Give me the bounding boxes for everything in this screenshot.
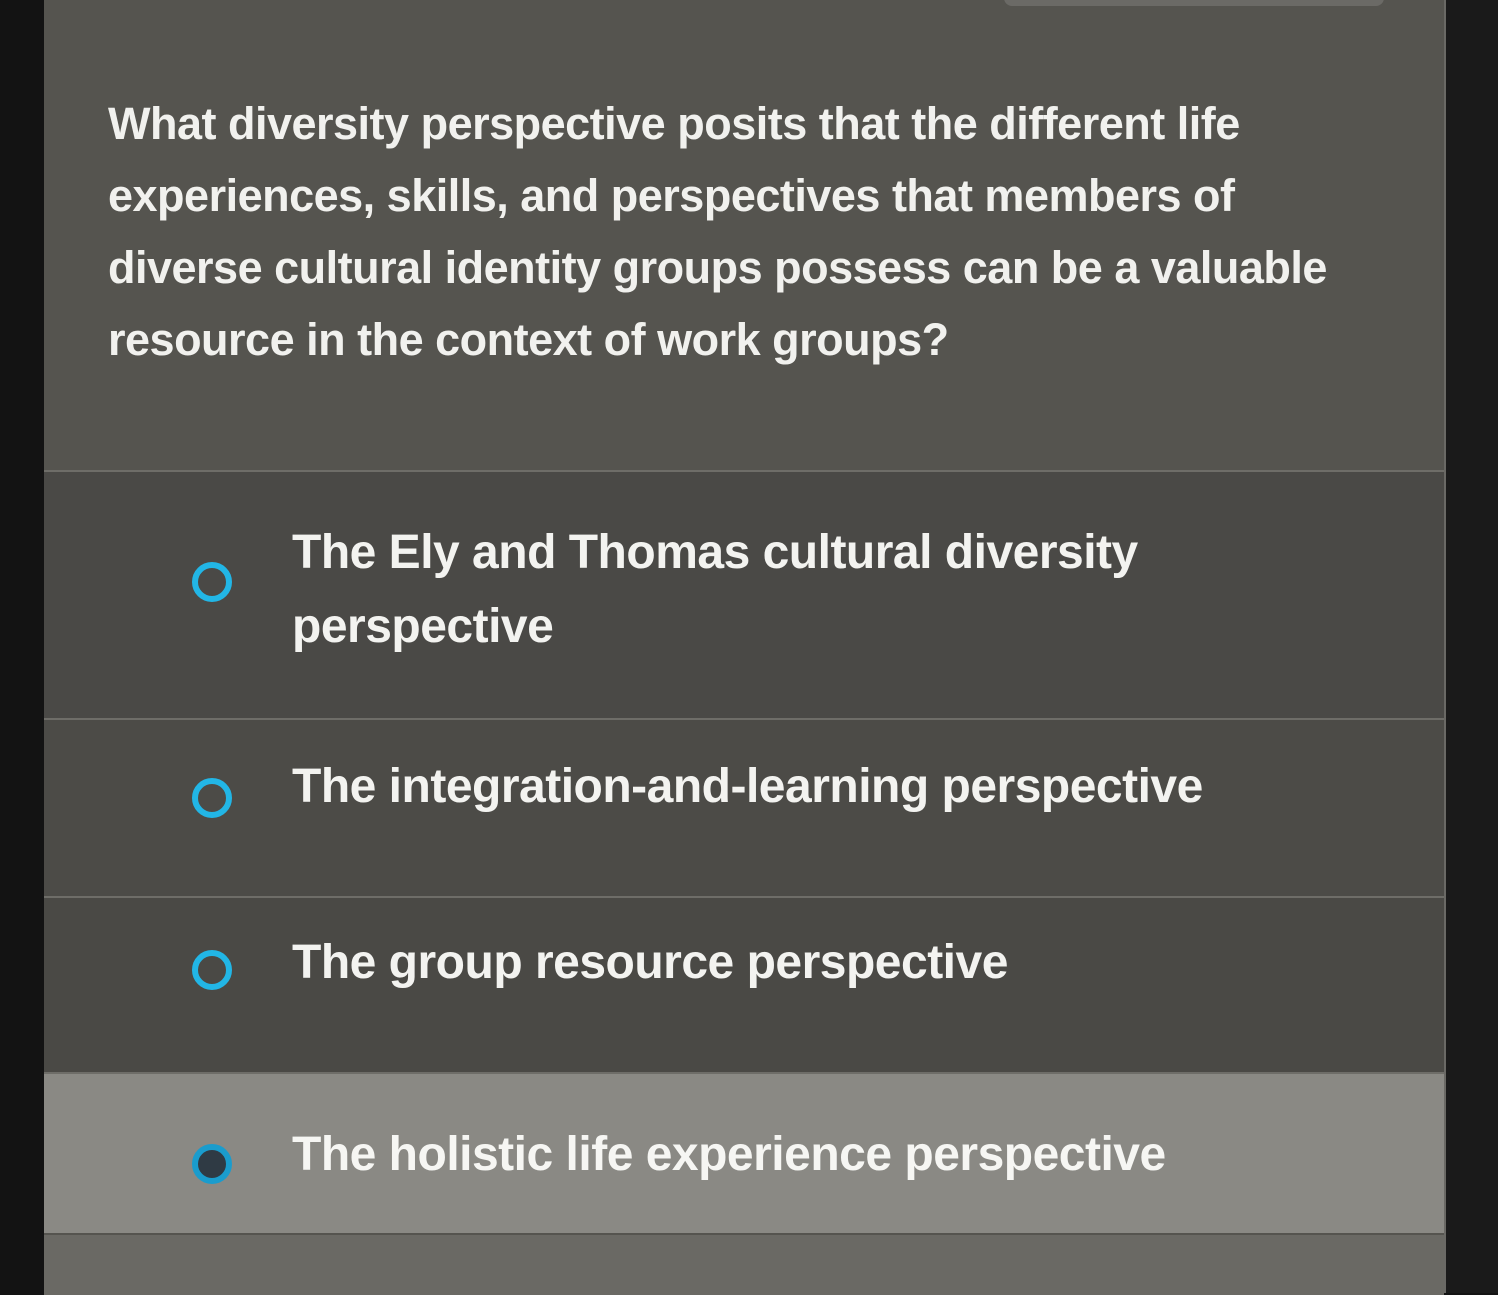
answer-options: The Ely and Thomas cultural diversity pe… [44,470,1444,1293]
answer-option-label: The integration-and-learning perspective [292,760,1203,813]
answer-option-label: The group resource perspective [292,936,1008,989]
radio-unchecked-icon[interactable] [192,950,232,990]
question-section: What diversity perspective posits that t… [44,0,1444,470]
answer-option-2[interactable]: The integration-and-learning perspective [44,718,1444,896]
answer-option-3[interactable]: The group resource perspective [44,896,1444,1072]
radio-unchecked-icon[interactable] [192,778,232,818]
report-question-link[interactable] [1004,0,1384,6]
radio-unchecked-icon[interactable] [192,1144,232,1184]
radio-unchecked-icon[interactable] [192,562,232,602]
answer-option-label: The Ely and Thomas cultural diversity pe… [292,526,1138,653]
next-section-edge [44,1233,1444,1295]
screen-bezel [1446,0,1498,1293]
question-card: What diversity perspective posits that t… [44,0,1446,1295]
answer-option-label: The holistic life experience perspective [292,1128,1166,1181]
answer-option-1[interactable]: The Ely and Thomas cultural diversity pe… [44,470,1444,718]
question-text: What diversity perspective posits that t… [108,98,1327,365]
